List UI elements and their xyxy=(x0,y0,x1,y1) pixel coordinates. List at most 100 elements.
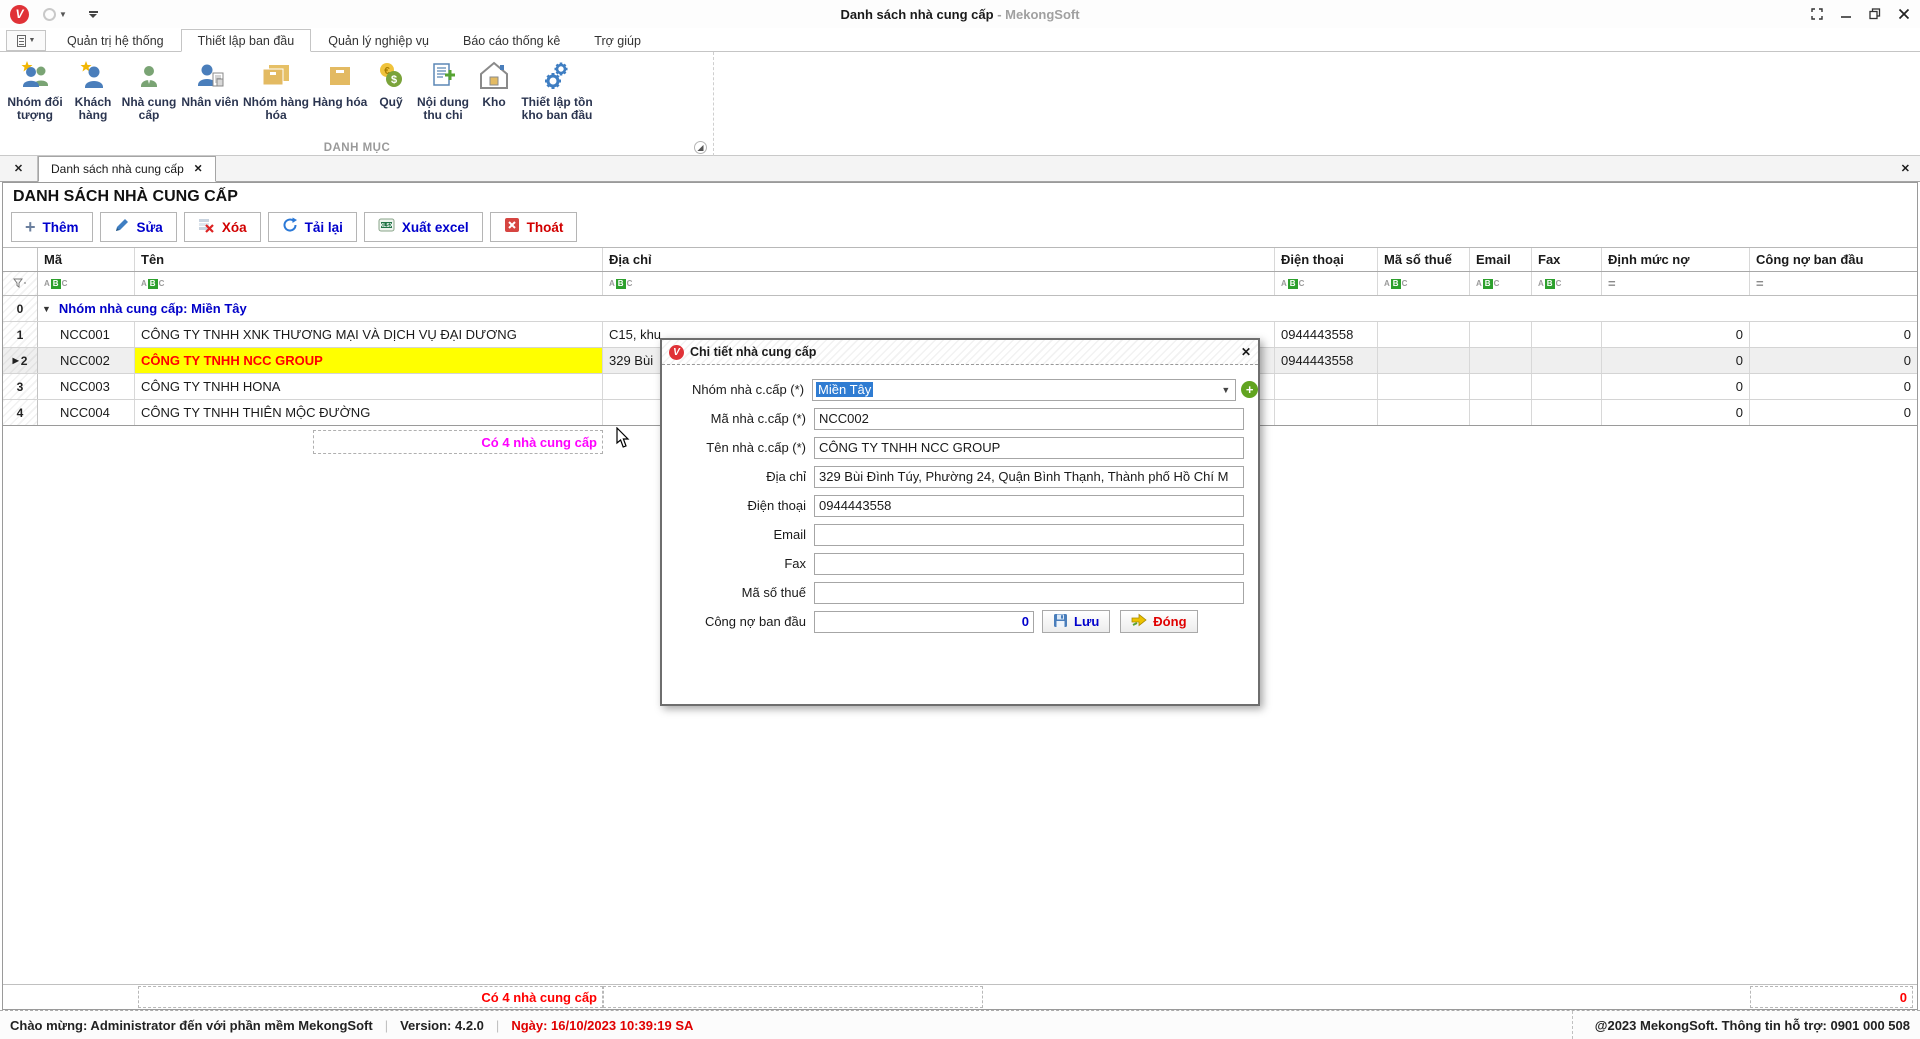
column-header-dinh-muc-no[interactable]: Định mức nợ xyxy=(1602,248,1750,271)
exit-button[interactable]: Thoát xyxy=(490,212,578,242)
quick-access-dropdown-icon[interactable]: ▼ xyxy=(59,10,67,19)
ribbon-item-kho[interactable]: Kho xyxy=(474,56,514,109)
refresh-icon xyxy=(282,217,298,238)
address-input[interactable] xyxy=(814,466,1244,488)
close-dialog-button-label: Đóng xyxy=(1153,614,1186,629)
supplier-name-input[interactable] xyxy=(814,437,1244,459)
export-excel-button[interactable]: XLSX Xuất excel xyxy=(364,212,483,242)
version-text: Version: 4.2.0 xyxy=(400,1018,484,1033)
add-button[interactable]: + Thêm xyxy=(11,212,93,242)
app-menu-button[interactable]: ▼ xyxy=(6,30,46,51)
supplier-group-combobox[interactable]: Miền Tây ▼ xyxy=(812,379,1236,401)
add-group-plus-icon[interactable]: + xyxy=(1241,381,1258,398)
initial-stock-icon xyxy=(540,58,574,94)
ribbon-group-danh-muc: Nhóm đối tượng Khách hàng xyxy=(0,52,714,156)
column-header-dien-thoai[interactable]: Điện thoại xyxy=(1275,248,1378,271)
tab-tro-giup[interactable]: Trợ giúp xyxy=(577,29,658,51)
tax-code-input[interactable] xyxy=(814,582,1244,604)
toolbar: + Thêm Sửa Xóa Tải lại xyxy=(3,209,1917,245)
ribbon-item-label: Nhóm đối tượng xyxy=(4,96,66,122)
close-all-tabs-icon[interactable]: ✕ xyxy=(0,156,38,181)
filter-cell-ten[interactable]: ABC xyxy=(135,272,603,295)
collapse-triangle-icon[interactable]: ▼ xyxy=(42,304,51,314)
tab-bao-cao-thong-ke[interactable]: Báo cáo thống kê xyxy=(446,29,577,51)
fax-input[interactable] xyxy=(814,553,1244,575)
group-row[interactable]: 0 ▼ Nhóm nhà cung cấp: Miền Tây xyxy=(3,296,1917,322)
cell-dinh-muc-no: 0 xyxy=(1602,322,1750,347)
column-header-ma-so-thue[interactable]: Mã số thuế xyxy=(1378,248,1470,271)
column-header-dia-chi[interactable]: Địa chỉ xyxy=(603,248,1275,271)
filter-cell-dinh-muc-no[interactable]: = xyxy=(1602,272,1750,295)
chevron-down-icon[interactable]: ▼ xyxy=(1221,385,1230,395)
tab-quan-tri-he-thong[interactable]: Quản trị hệ thống xyxy=(50,29,181,51)
exit-arrow-icon xyxy=(1131,613,1147,630)
cell-cong-no: 0 xyxy=(1750,374,1917,399)
ribbon-item-khach-hang[interactable]: Khách hàng xyxy=(66,56,120,122)
cell-dinh-muc-no: 0 xyxy=(1602,400,1750,425)
ribbon-item-nhan-vien[interactable]: Nhân viên xyxy=(178,56,242,109)
dialog-close-icon[interactable]: ✕ xyxy=(1241,345,1251,359)
filter-cell-fax[interactable]: ABC xyxy=(1532,272,1602,295)
row-indicator: 0 xyxy=(3,296,38,321)
reload-button[interactable]: Tải lại xyxy=(268,212,357,242)
edit-button[interactable]: Sửa xyxy=(100,212,177,242)
column-header-fax[interactable]: Fax xyxy=(1532,248,1602,271)
filter-cell-dia-chi[interactable]: ABC xyxy=(603,272,1275,295)
row-indicator-focused: ▶2 xyxy=(3,348,38,373)
ribbon-item-nha-cung-cap[interactable]: Nhà cung cấp xyxy=(120,56,178,122)
window-title-main: Danh sách nhà cung cấp xyxy=(840,7,993,22)
delete-table-icon xyxy=(198,217,215,238)
column-header-ma[interactable]: Mã xyxy=(38,248,135,271)
exit-button-label: Thoát xyxy=(527,220,564,235)
filter-cell-ma[interactable]: ABC xyxy=(38,272,135,295)
floppy-disk-icon xyxy=(1053,613,1068,631)
filter-funnel-icon[interactable] xyxy=(3,272,38,295)
separator: | xyxy=(385,1018,388,1033)
close-panel-icon[interactable]: ✕ xyxy=(1901,156,1910,181)
filter-cell-email[interactable]: ABC xyxy=(1470,272,1532,295)
ribbon-item-noi-dung-thu-chi[interactable]: Nội dung thu chi xyxy=(412,56,474,122)
ribbon-item-label: Nhà cung cấp xyxy=(120,96,178,122)
dialog-header[interactable]: V Chi tiết nhà cung cấp ✕ xyxy=(662,340,1258,365)
filter-cell-dien-thoai[interactable]: ABC xyxy=(1275,272,1378,295)
doc-tab-danh-sach-nha-cung-cap[interactable]: Danh sách nhà cung cấp ✕ xyxy=(38,156,216,182)
filter-cell-cong-no[interactable]: = xyxy=(1750,272,1917,295)
quick-access-circle-icon[interactable] xyxy=(43,8,56,21)
tab-thiet-lap-ban-dau[interactable]: Thiết lập ban đầu xyxy=(181,29,312,52)
email-input[interactable] xyxy=(814,524,1244,546)
field-ma-nha-cung-cap: Mã nhà c.cấp (*) xyxy=(662,407,1258,430)
chevron-down-icon: ▼ xyxy=(29,37,36,44)
customize-toolbar-icon[interactable] xyxy=(89,11,98,18)
column-header-cong-no-ban-dau[interactable]: Công nợ ban đầu xyxy=(1750,248,1917,271)
ribbon-item-hang-hoa[interactable]: Hàng hóa xyxy=(310,56,370,109)
supplier-detail-dialog: V Chi tiết nhà cung cấp ✕ Nhóm nhà c.cấp… xyxy=(660,338,1260,706)
window-title-app: - MekongSoft xyxy=(997,7,1079,22)
tab-quan-ly-nghiep-vu[interactable]: Quản lý nghiệp vụ xyxy=(311,29,446,51)
group-dialog-launcher-icon[interactable]: ◢ xyxy=(694,141,707,154)
cell-dien-thoai xyxy=(1275,400,1378,425)
people-group-icon xyxy=(18,58,52,94)
minimize-icon[interactable] xyxy=(1839,8,1852,21)
close-dialog-button[interactable]: Đóng xyxy=(1120,610,1197,633)
initial-debt-input[interactable] xyxy=(814,611,1034,633)
phone-input[interactable] xyxy=(814,495,1244,517)
column-header-ten[interactable]: Tên xyxy=(135,248,603,271)
abc-filter-icon: ABC xyxy=(1538,279,1561,289)
delete-button[interactable]: Xóa xyxy=(184,212,261,242)
field-ma-so-thue: Mã số thuế xyxy=(662,581,1258,604)
ribbon-item-quy[interactable]: € $ Quỹ xyxy=(370,56,412,109)
cell-ma-so-thue xyxy=(1378,322,1470,347)
close-tab-icon[interactable]: ✕ xyxy=(194,163,203,175)
close-icon[interactable] xyxy=(1897,8,1910,21)
save-button[interactable]: Lưu xyxy=(1042,610,1110,633)
ribbon-item-nhom-hang-hoa[interactable]: Nhóm hàng hóa xyxy=(242,56,310,122)
cell-dien-thoai: 0944443558 xyxy=(1275,322,1378,347)
column-header-email[interactable]: Email xyxy=(1470,248,1532,271)
restore-icon[interactable] xyxy=(1868,8,1881,21)
app-logo-icon[interactable]: V xyxy=(10,5,29,24)
filter-cell-ma-so-thue[interactable]: ABC xyxy=(1378,272,1470,295)
fit-screen-icon[interactable] xyxy=(1810,8,1823,21)
supplier-code-input[interactable] xyxy=(814,408,1244,430)
ribbon-item-thiet-lap-ton-kho[interactable]: Thiết lập tồn kho ban đầu xyxy=(514,56,600,122)
ribbon-item-nhom-doi-tuong[interactable]: Nhóm đối tượng xyxy=(4,56,66,122)
